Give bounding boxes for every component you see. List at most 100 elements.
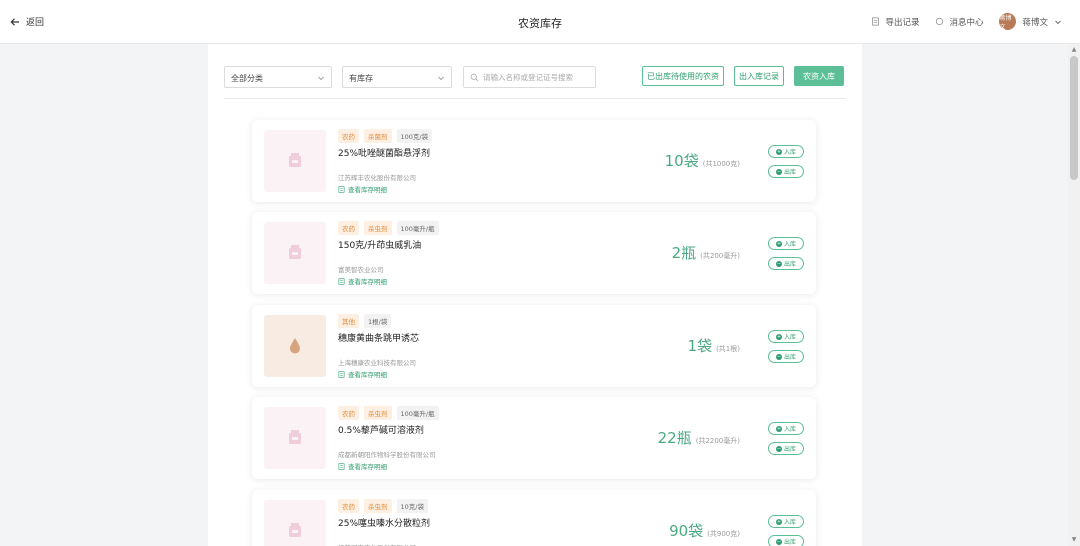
back-label: 返回 [26,18,45,28]
view-stock-detail-label: 查看库存明细 [348,371,387,379]
filter-bar: 全部分类 有库存 已出库待使用的农资 出入库记录 农资入库 [224,66,846,88]
minus-icon: − [775,445,782,452]
stock-in-action-button[interactable]: + 入库 [768,515,804,528]
scroll-down-arrow[interactable]: ▼ [1070,536,1078,544]
stock-select-value: 有库存 [349,74,373,83]
view-stock-detail-link[interactable]: 查看库存明细 [338,369,387,379]
product-tag: 10克/袋 [396,499,428,513]
used-out-button[interactable]: 已出库待使用的农资 [642,66,724,86]
product-tags: 农药 杀虫剂 100毫升/瓶 [338,221,439,235]
stock-in-button[interactable]: 农资入库 [794,66,844,86]
document-icon [338,370,345,378]
quantity-total: (共1000克) [702,160,740,168]
chevron-down-icon [318,76,324,81]
category-select-value: 全部分类 [231,74,263,83]
inventory-card[interactable]: 农药杀虫剂10克/袋 25%噻虫嗪水分散粒剂 江苏辉丰农化股份有限公司 查看库存… [252,490,816,546]
user-menu[interactable]: 蒋博文 蒋博文 [999,13,1062,31]
stock-out-action-button[interactable]: − 出库 [768,350,804,363]
stock-in-action-label: 入库 [783,426,796,433]
view-stock-detail-label: 查看库存明细 [348,463,387,471]
bottle-icon [285,520,305,543]
product-tag: 杀虫剂 [364,499,392,513]
quantity-total: (共1根) [716,345,740,353]
quantity-value: 10袋 [664,152,699,170]
search-input[interactable] [483,72,593,82]
quantity-value: 22瓶 [657,429,692,447]
export-records-button[interactable]: 导出记录 [871,16,919,28]
stock-in-action-button[interactable]: + 入库 [768,330,804,343]
stock-in-action-label: 入库 [783,334,796,341]
stock-in-action-label: 入库 [783,241,796,248]
inventory-card[interactable]: 农药 杀菌剂 100克/袋 25%吡唑醚菌酯悬浮剂 江苏辉丰农化股份有限公司 查看库… [252,120,816,202]
records-button[interactable]: 出入库记录 [734,66,784,86]
stock-quantity: 10袋 (共1000克) [665,150,740,171]
scroll-thumb[interactable] [1070,56,1078,180]
document-icon [338,462,345,470]
stock-out-action-button[interactable]: − 出库 [768,442,804,455]
search-box [463,66,596,88]
stock-out-action-button[interactable]: − 出库 [768,535,804,546]
inventory-card[interactable]: 其他 1根/袋 穗康黄曲条跳甲诱芯 上海穗康农业科技有限公司 查看库存明细 1袋 … [252,305,816,387]
product-tag: 1根/袋 [364,314,392,328]
stock-out-action-label: 出库 [783,354,796,361]
product-name: 0.5%藜芦碱可溶液剂 [338,426,424,436]
plus-icon: + [775,425,782,432]
inventory-card[interactable]: 农药 杀虫剂 100毫升/瓶 150克/升茚虫威乳油 富美智农业公司 查看库存明细 … [252,212,816,294]
product-thumbnail [264,130,326,192]
back-button[interactable]: 返回 [10,15,44,28]
product-tags: 农药 杀虫剂 100毫升/瓶 [338,406,439,420]
stock-in-action-button[interactable]: + 入库 [768,237,804,250]
stock-in-action-button[interactable]: + 入库 [768,145,804,158]
message-center-label: 消息中心 [949,17,984,28]
manufacturer: 江苏辉丰农化股份有限公司 [338,542,416,546]
view-stock-detail-link[interactable]: 查看库存明细 [338,276,387,286]
product-tag: 其他 [338,314,359,328]
avatar: 蒋博文 [999,13,1017,31]
minus-icon: − [775,168,782,175]
manufacturer: 江苏辉丰农化股份有限公司 [338,174,416,182]
search-icon [470,73,479,81]
product-tag: 杀菌剂 [364,129,392,143]
stock-in-action-button[interactable]: + 入库 [768,422,804,435]
drop-icon [285,335,305,358]
stock-select[interactable]: 有库存 [342,66,452,88]
product-name: 25%噻虫嗪水分散粒剂 [338,519,431,529]
product-tag: 100毫升/瓶 [396,221,439,235]
quantity-value: 2瓶 [671,244,697,262]
bell-icon [936,17,944,26]
document-icon [338,185,345,193]
bottle-icon [285,242,305,265]
product-name: 穗康黄曲条跳甲诱芯 [338,334,420,344]
product-thumbnail [264,407,326,469]
divider [224,98,846,99]
product-thumbnail [264,315,326,377]
stock-out-action-button[interactable]: − 出库 [768,257,804,270]
stock-out-action-label: 出库 [783,446,796,453]
product-tag: 农药 [338,499,359,513]
product-tag: 杀虫剂 [364,406,392,420]
stock-out-action-button[interactable]: − 出库 [768,165,804,178]
minus-icon: − [775,353,782,360]
bottle-icon [285,427,305,450]
product-tag: 农药 [338,221,359,235]
product-tags: 农药 杀虫剂 10克/袋 [338,499,428,513]
product-tag: 农药 [338,129,359,143]
top-bar: 返回 农资库存 导出记录 消息中心 蒋博文 蒋博文 [0,0,1080,44]
stock-quantity: 1袋 (共1根) [688,335,740,356]
message-center-button[interactable]: 消息中心 [935,16,983,28]
stock-out-action-label: 出库 [783,169,796,176]
scrollbar[interactable]: ▲ ▼ [1068,44,1080,546]
view-stock-detail-link[interactable]: 查看库存明细 [338,461,387,471]
plus-icon: + [775,240,782,247]
category-select[interactable]: 全部分类 [224,66,332,88]
minus-icon: − [775,260,782,267]
manufacturer: 成都新朝阳作物科学股份有限公司 [338,451,436,459]
document-icon [872,17,880,26]
scroll-up-arrow[interactable]: ▲ [1070,46,1078,54]
main-panel: 全部分类 有库存 已出库待使用的农资 出入库记录 农资入库 农药杀菌剂100克/… [208,44,862,546]
view-stock-detail-link[interactable]: 查看库存明细 [338,184,387,194]
document-icon [338,277,345,285]
quantity-total: (共200毫升) [700,252,740,260]
inventory-card[interactable]: 农药 杀虫剂 100毫升/瓶 0.5%藜芦碱可溶液剂 成都新朝阳作物科学股份有限公司… [252,397,816,479]
stock-quantity: 90袋 (共900克) [669,520,740,541]
